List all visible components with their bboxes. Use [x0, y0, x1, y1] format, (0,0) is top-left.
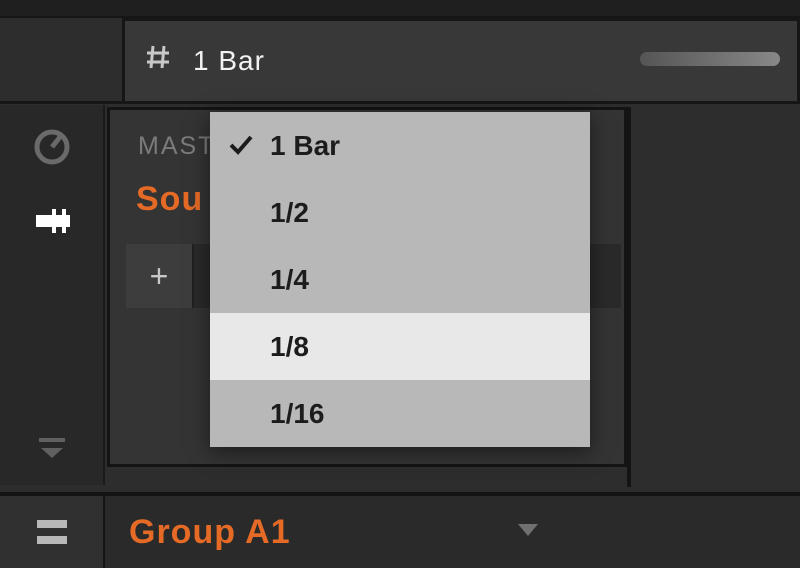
- grid-row-left-spacer: [0, 18, 122, 104]
- menu-item-label: 1/8: [270, 331, 309, 363]
- menu-item-label: 1/4: [270, 264, 309, 296]
- grid-icon: [145, 44, 171, 78]
- menu-item-label: 1/2: [270, 197, 309, 229]
- chevron-down-icon: [516, 522, 800, 543]
- menu-item-label: 1 Bar: [270, 130, 340, 162]
- top-header-strip: [0, 0, 800, 18]
- check-icon: [228, 132, 254, 165]
- menu-item-1bar[interactable]: 1 Bar: [210, 112, 590, 179]
- panel-divider: [627, 107, 631, 487]
- master-tab-label[interactable]: MAST: [138, 132, 215, 161]
- menu-item-1-8[interactable]: 1/8: [210, 313, 590, 380]
- menu-item-1-16[interactable]: 1/16: [210, 380, 590, 447]
- knob-icon[interactable]: [30, 125, 74, 169]
- menu-item-1-2[interactable]: 1/2: [210, 179, 590, 246]
- menu-item-label: 1/16: [270, 398, 325, 430]
- plugin-icon[interactable]: [30, 199, 74, 243]
- group-icon: [0, 496, 105, 568]
- volume-slider[interactable]: [640, 52, 780, 66]
- add-plugin-button[interactable]: +: [126, 244, 194, 308]
- group-selector-row[interactable]: Group A1: [0, 492, 800, 568]
- grid-resolution-menu: 1 Bar 1/2 1/4 1/8 1/16: [210, 112, 590, 447]
- sound-tab-label[interactable]: Sou: [136, 180, 203, 219]
- menu-item-1-4[interactable]: 1/4: [210, 246, 590, 313]
- grid-resolution-value: 1 Bar: [193, 45, 265, 77]
- collapse-down-icon[interactable]: [30, 441, 74, 485]
- view-rail: [0, 105, 105, 485]
- plus-icon: +: [150, 258, 169, 295]
- group-name: Group A1: [105, 513, 516, 552]
